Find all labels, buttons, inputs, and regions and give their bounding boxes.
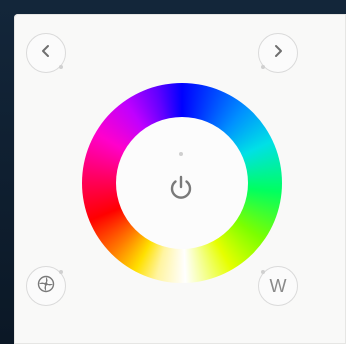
chevron-right-icon bbox=[271, 44, 285, 63]
mode-pinwheel-icon bbox=[37, 275, 55, 298]
power-indicator-led bbox=[179, 152, 183, 156]
white-button-label: W bbox=[269, 276, 287, 296]
device-frame: W bbox=[0, 0, 346, 344]
next-button[interactable] bbox=[258, 33, 298, 73]
power-button[interactable] bbox=[160, 168, 202, 210]
indicator-led bbox=[59, 270, 63, 274]
indicator-led bbox=[59, 65, 63, 69]
mode-button[interactable] bbox=[26, 266, 66, 306]
power-icon bbox=[166, 172, 196, 207]
indicator-led bbox=[261, 270, 265, 274]
previous-button[interactable] bbox=[26, 33, 66, 73]
chevron-left-icon bbox=[39, 44, 53, 63]
white-button[interactable]: W bbox=[258, 266, 298, 306]
indicator-led bbox=[261, 65, 265, 69]
